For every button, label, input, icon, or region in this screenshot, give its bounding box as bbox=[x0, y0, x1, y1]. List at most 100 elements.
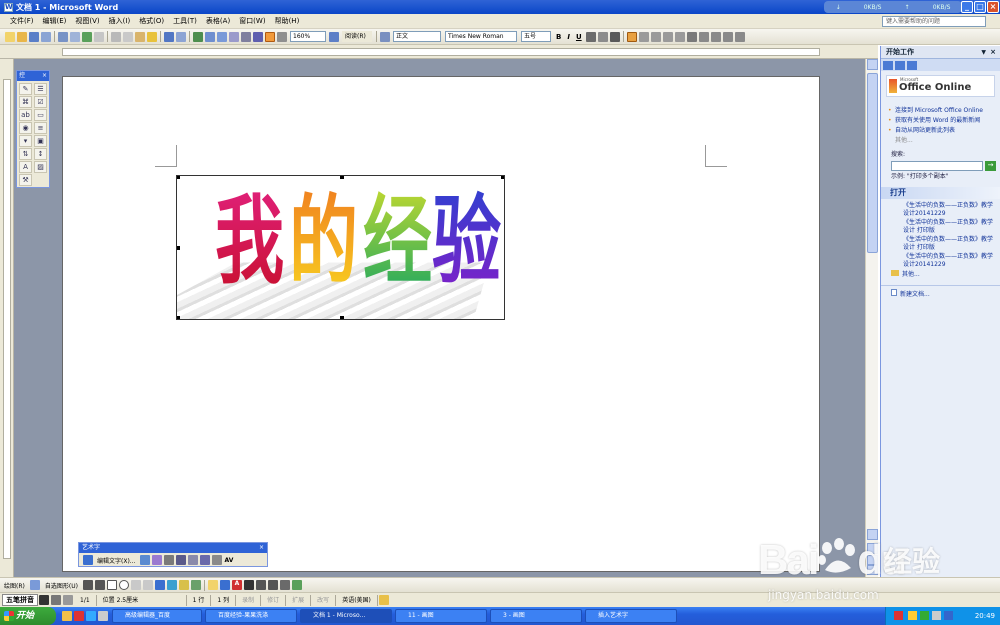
task-link[interactable]: • 获取有关使用 Word 的最新新闻 bbox=[888, 117, 996, 125]
read-button[interactable]: 阅读(R) bbox=[342, 31, 372, 42]
home-icon[interactable] bbox=[907, 60, 917, 70]
open-more-link[interactable]: 其他... bbox=[891, 270, 996, 279]
taskbar-item[interactable]: 11 - 画图 bbox=[395, 609, 487, 623]
resize-handle[interactable] bbox=[177, 246, 180, 250]
wordart-shape-icon[interactable] bbox=[163, 555, 174, 565]
shadow-style-icon[interactable] bbox=[279, 580, 290, 590]
open-icon[interactable] bbox=[17, 31, 27, 42]
quicklaunch-icon[interactable] bbox=[62, 611, 72, 621]
tables-borders-icon[interactable] bbox=[205, 31, 215, 42]
scrollbar-icon[interactable]: ↕ bbox=[34, 148, 47, 160]
checkbox-icon[interactable]: ☑ bbox=[34, 96, 47, 108]
menu-edit[interactable]: 编辑(E) bbox=[43, 16, 67, 26]
mode-extend[interactable]: 扩展 bbox=[286, 594, 312, 606]
text-wrapping-icon[interactable] bbox=[175, 555, 186, 565]
font-color-icon[interactable]: A bbox=[231, 580, 242, 590]
close-icon[interactable]: × bbox=[42, 71, 47, 81]
document-map-icon[interactable] bbox=[265, 31, 275, 42]
line-spacing-icon[interactable] bbox=[686, 31, 697, 42]
ime-indicator[interactable]: 五笔拼音 bbox=[2, 594, 38, 606]
tray-icon[interactable] bbox=[920, 611, 929, 620]
format-painter-icon[interactable] bbox=[147, 31, 157, 42]
underline-button[interactable]: U bbox=[576, 33, 582, 41]
arrow-style-icon[interactable] bbox=[267, 580, 278, 590]
recent-file[interactable]: 《生活中的负数——正负数》教学设计 打印版 bbox=[903, 236, 996, 252]
quicklaunch-icon[interactable] bbox=[98, 611, 108, 621]
font-select[interactable]: Times New Roman bbox=[445, 31, 517, 42]
font-size-select[interactable]: 五号 bbox=[521, 31, 551, 42]
insert-wordart-icon[interactable] bbox=[83, 555, 93, 565]
tray-icon[interactable] bbox=[894, 611, 903, 620]
show-hide-icon[interactable] bbox=[277, 31, 287, 42]
insert-picture-icon[interactable] bbox=[190, 580, 201, 590]
line-style-icon[interactable] bbox=[243, 580, 254, 590]
close-icon[interactable]: × bbox=[990, 46, 996, 59]
taskbar-item[interactable]: 3 - 画图 bbox=[490, 609, 582, 623]
office-online-banner[interactable]: Microsoft Office Online bbox=[886, 75, 995, 97]
columns-icon[interactable] bbox=[241, 31, 251, 42]
char-scale-icon[interactable] bbox=[609, 31, 620, 42]
mode-record[interactable]: 录制 bbox=[236, 594, 262, 606]
insert-wordart-icon[interactable] bbox=[154, 580, 165, 590]
start-button[interactable]: 开始 bbox=[0, 607, 56, 625]
drawing-icon[interactable] bbox=[253, 31, 263, 42]
format-wordart-icon[interactable] bbox=[151, 555, 162, 565]
undo-icon[interactable] bbox=[164, 31, 174, 42]
more-link[interactable]: 其他... bbox=[895, 137, 996, 145]
chevron-down-icon[interactable]: ▼ bbox=[981, 46, 986, 59]
print-icon[interactable] bbox=[58, 31, 68, 42]
copy-icon[interactable] bbox=[123, 31, 133, 42]
print-preview-icon[interactable] bbox=[70, 31, 80, 42]
task-link[interactable]: • 连接到 Microsoft Office Online bbox=[888, 107, 996, 115]
fill-color-icon[interactable] bbox=[207, 580, 218, 590]
numbering-icon[interactable] bbox=[698, 31, 709, 42]
document-page[interactable] bbox=[62, 76, 820, 572]
paste-icon[interactable] bbox=[135, 31, 145, 42]
bullets-icon[interactable] bbox=[710, 31, 721, 42]
view-code-icon[interactable]: ⌘ bbox=[19, 96, 32, 108]
line-color-icon[interactable] bbox=[219, 580, 230, 590]
vertical-scrollbar[interactable] bbox=[865, 59, 878, 577]
vertical-ruler[interactable] bbox=[0, 59, 14, 577]
italic-button[interactable]: I bbox=[567, 33, 570, 41]
scroll-up-icon[interactable] bbox=[867, 59, 878, 70]
control-toolbox-title[interactable]: 控 × bbox=[17, 71, 49, 81]
image-icon[interactable]: ▨ bbox=[34, 161, 47, 173]
align-center-icon[interactable] bbox=[638, 31, 649, 42]
char-border-icon[interactable] bbox=[585, 31, 596, 42]
help-icon[interactable] bbox=[329, 31, 339, 42]
horizontal-ruler[interactable] bbox=[0, 45, 878, 59]
hyperlink-icon[interactable] bbox=[193, 31, 203, 42]
styles-icon[interactable] bbox=[380, 31, 390, 42]
word-app-icon[interactable]: W bbox=[4, 2, 13, 12]
quicklaunch-icon[interactable] bbox=[86, 611, 96, 621]
design-mode-icon[interactable]: ✎ bbox=[19, 83, 32, 95]
insert-excel-icon[interactable] bbox=[229, 31, 239, 42]
increase-indent-icon[interactable] bbox=[734, 31, 745, 42]
menu-window[interactable]: 窗口(W) bbox=[239, 16, 265, 26]
menu-table[interactable]: 表格(A) bbox=[206, 16, 230, 26]
same-letter-heights-icon[interactable] bbox=[187, 555, 198, 565]
draw-menu-button[interactable]: 绘图(R) bbox=[4, 581, 25, 590]
cut-icon[interactable] bbox=[111, 31, 121, 42]
more-controls-icon[interactable]: ⚒ bbox=[19, 174, 32, 186]
permission-icon[interactable] bbox=[41, 31, 51, 42]
search-input[interactable] bbox=[891, 161, 983, 171]
language-indicator[interactable]: 英语(美国) bbox=[336, 594, 378, 606]
wordart-toolbar-title[interactable]: 艺术字 × bbox=[79, 543, 267, 553]
spelling-status-icon[interactable] bbox=[378, 595, 389, 605]
menu-tools[interactable]: 工具(T) bbox=[173, 16, 197, 26]
oval-icon[interactable] bbox=[118, 580, 129, 590]
recent-file[interactable]: 《生活中的负数——正负数》教学设计20141229 bbox=[903, 253, 996, 269]
network-icon[interactable] bbox=[944, 611, 953, 620]
listbox-icon[interactable]: ≡ bbox=[34, 122, 47, 134]
alignment-icon[interactable] bbox=[211, 555, 222, 565]
button-icon[interactable]: ▭ bbox=[34, 109, 47, 121]
vertical-text-icon[interactable] bbox=[199, 555, 210, 565]
distributed-icon[interactable] bbox=[674, 31, 685, 42]
tray-icon[interactable] bbox=[908, 611, 917, 620]
back-icon[interactable] bbox=[883, 60, 893, 70]
textbox-icon[interactable] bbox=[130, 580, 141, 590]
resize-handle[interactable] bbox=[340, 176, 344, 179]
resize-handle[interactable] bbox=[177, 176, 180, 179]
